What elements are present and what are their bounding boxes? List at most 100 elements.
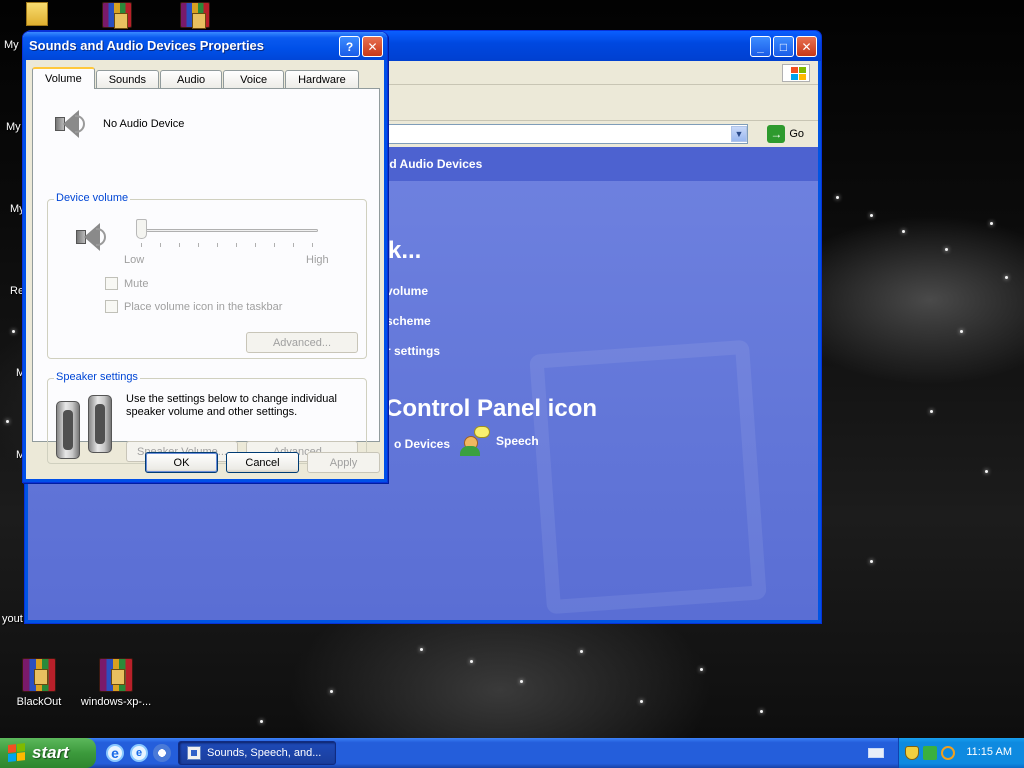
city-light — [470, 660, 473, 663]
desktop-icon-rar-1[interactable] — [79, 2, 155, 32]
dialog-border — [384, 60, 387, 482]
tab-label: Volume — [45, 73, 82, 85]
city-light — [870, 214, 873, 217]
search-icon[interactable] — [941, 746, 955, 760]
go-label: Go — [789, 128, 804, 140]
slider-tick — [217, 243, 218, 247]
desktop-icon-label: windows-xp-... — [80, 696, 152, 708]
apply-button[interactable]: Apply — [307, 452, 380, 473]
cp-item-audio-devices[interactable]: o Devices — [394, 437, 450, 451]
city-light — [260, 720, 263, 723]
desktop-label[interactable]: yout — [2, 613, 23, 625]
taskbar-icon-label: Place volume icon in the taskbar — [124, 300, 283, 313]
security-shield-icon[interactable] — [905, 746, 919, 760]
slider-tick — [236, 243, 237, 247]
dialog-title-bar[interactable]: Sounds and Audio Devices Properties ? ✕ — [23, 32, 387, 60]
volume-low-label: Low — [124, 254, 145, 266]
task-link[interactable]: volume — [386, 284, 428, 298]
close-icon: ✕ — [801, 39, 812, 54]
close-button[interactable]: ✕ — [796, 36, 817, 57]
cancel-button[interactable]: Cancel — [226, 452, 299, 473]
go-button[interactable]: → Go — [767, 125, 804, 143]
city-light — [960, 330, 963, 333]
slider-tick — [160, 243, 161, 247]
desktop-icon-windows-xp[interactable]: windows-xp-... — [78, 658, 154, 708]
city-light — [6, 420, 9, 423]
clock[interactable]: 11:15 AM — [966, 746, 1012, 758]
winrar-archive-icon — [99, 658, 133, 692]
help-button[interactable]: ? — [339, 36, 360, 57]
task-link[interactable]: scheme — [386, 314, 431, 328]
volume-slider-track[interactable] — [142, 229, 318, 232]
chevron-down-icon[interactable]: ▼ — [731, 126, 747, 142]
folder-icon — [26, 2, 48, 26]
minimize-button[interactable]: _ — [750, 36, 771, 57]
desktop-icon-label: BlackOut — [16, 696, 62, 708]
winrar-archive-icon — [180, 2, 210, 29]
sounds-audio-properties-dialog: Sounds and Audio Devices Properties ? ✕ … — [22, 31, 388, 483]
dialog-border — [23, 60, 26, 482]
internet-explorer-icon[interactable]: e — [106, 744, 124, 762]
mute-checkbox-row[interactable]: Mute — [105, 277, 148, 290]
taskbar-icon-checkbox-row[interactable]: Place volume icon in the taskbar — [105, 300, 282, 313]
speaker-settings-label: Speaker settings — [54, 371, 140, 383]
tab-volume[interactable]: Volume — [32, 67, 95, 89]
help-icon: ? — [345, 39, 354, 54]
device-volume-group: Device volume Low High Mute Place volume… — [47, 192, 367, 359]
city-light — [700, 668, 703, 671]
tab-audio[interactable]: Audio — [160, 70, 223, 89]
city-light — [760, 710, 763, 713]
cp-item-label: o Devices — [394, 437, 451, 451]
task-link[interactable]: r settings — [386, 344, 440, 358]
dialog-title: Sounds and Audio Devices Properties — [29, 38, 265, 53]
desktop-icon-blackout[interactable]: BlackOut — [1, 658, 77, 708]
network-icon[interactable] — [923, 746, 937, 760]
ok-button[interactable]: OK — [145, 452, 218, 473]
outlook-express-icon[interactable]: e — [130, 744, 148, 762]
start-button[interactable]: start — [0, 738, 96, 768]
minimize-icon: _ — [757, 39, 764, 54]
media-player-icon[interactable] — [153, 744, 171, 762]
desktop-label[interactable]: My — [4, 39, 19, 51]
maximize-icon: □ — [779, 39, 788, 54]
volume-advanced-button[interactable]: Advanced... — [246, 332, 358, 353]
city-light — [520, 680, 523, 683]
desktop-label[interactable]: My — [6, 121, 21, 133]
slider-tick — [274, 243, 275, 247]
task-label: Sounds, Speech, and... — [207, 747, 322, 759]
city-light — [902, 230, 905, 233]
device-name: No Audio Device — [103, 118, 185, 130]
desktop-icon-folder[interactable] — [0, 2, 76, 30]
tab-label: Audio — [177, 74, 206, 86]
volume-high-label: High — [306, 254, 329, 266]
close-icon: ✕ — [367, 39, 378, 54]
keyboard-icon[interactable] — [868, 748, 884, 758]
city-light — [870, 560, 873, 563]
category-watermark-icon — [529, 339, 767, 615]
windows-logo-icon — [8, 743, 26, 763]
city-light — [930, 410, 933, 413]
speaker-icon — [74, 220, 108, 254]
cp-item-speech[interactable]: Speech — [460, 426, 539, 456]
tab-label: Sounds — [108, 74, 147, 86]
slider-tick — [255, 243, 256, 247]
tab-hardware[interactable]: Hardware — [285, 70, 359, 89]
desktop-icon-rar-2[interactable] — [157, 2, 233, 32]
maximize-button[interactable]: □ — [773, 36, 794, 57]
taskbar-icon-checkbox[interactable] — [105, 300, 118, 313]
slider-tick — [312, 243, 313, 247]
city-light — [640, 700, 643, 703]
taskbar-task-sounds[interactable]: Sounds, Speech, and... — [178, 741, 336, 765]
city-light — [12, 330, 15, 333]
speech-icon — [460, 426, 490, 456]
dialog-close-button[interactable]: ✕ — [362, 36, 383, 57]
tab-label: Voice — [240, 74, 268, 86]
tab-voice[interactable]: Voice — [223, 70, 285, 89]
mute-checkbox[interactable] — [105, 277, 118, 290]
slider-tick — [141, 243, 142, 247]
tab-sounds[interactable]: Sounds — [95, 70, 160, 89]
dialog-border — [23, 479, 387, 482]
device-volume-label: Device volume — [54, 192, 131, 204]
volume-slider-thumb[interactable] — [136, 219, 147, 239]
audio-device-row: No Audio Device — [53, 107, 184, 141]
